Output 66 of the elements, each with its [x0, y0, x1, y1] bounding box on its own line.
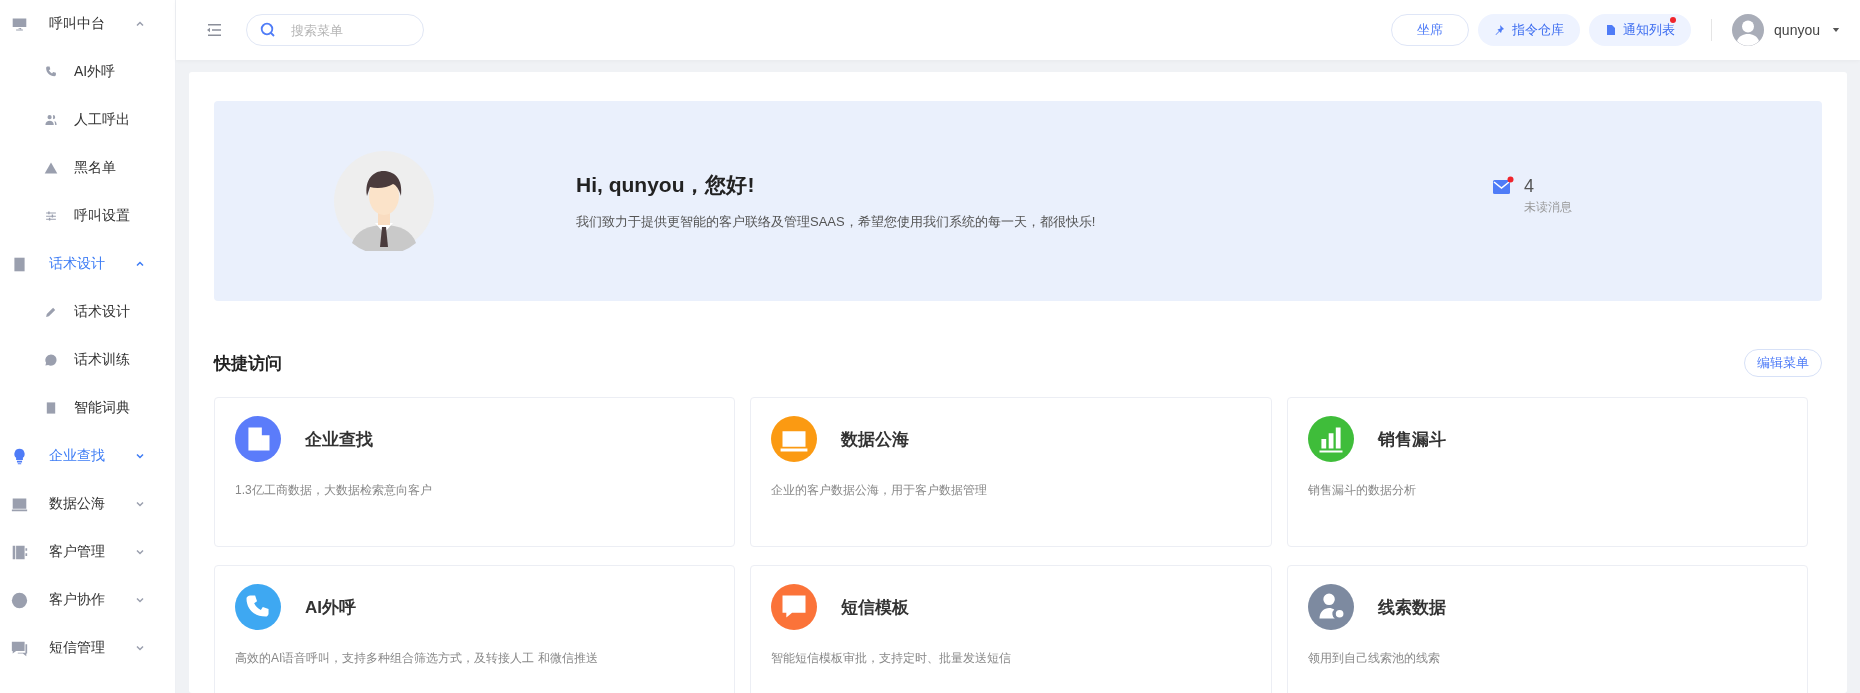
document-icon: [1605, 24, 1618, 36]
chat-icon: [11, 639, 28, 657]
edit-menu-button[interactable]: 编辑菜单: [1744, 349, 1822, 377]
sidebar-group[interactable]: 客户协作: [0, 576, 175, 624]
card-title: 线索数据: [1377, 596, 1446, 619]
card-title: 数据公海: [841, 428, 910, 451]
caret-icon[interactable]: [1832, 27, 1840, 33]
menu-icon[interactable]: [206, 23, 222, 37]
chevron-icon: [135, 259, 145, 269]
quick-access-card[interactable]: 销售漏斗 销售漏斗的数据分析: [1286, 397, 1808, 547]
sidebar-item[interactable]: AI外呼: [0, 48, 175, 96]
card-title: 短信模板: [841, 596, 910, 619]
sidebar-group[interactable]: 企业查找: [0, 432, 175, 480]
warning-icon: [44, 161, 58, 175]
card-title: 企业查找: [305, 428, 373, 451]
mail-icon[interactable]: [1492, 176, 1514, 196]
chevron-icon: [135, 19, 145, 29]
quick-access-card[interactable]: 企业查找 1.3亿工商数据，大数据检索意向客户: [214, 397, 736, 547]
bulb-icon: [11, 447, 28, 465]
card-description: 高效的AI语音呼叫，支持多种组合筛选方式，及转接人工 和微信推送: [235, 650, 599, 667]
quick-access-card[interactable]: 数据公海 企业的客户数据公海，用于客户数据管理: [750, 397, 1272, 547]
card-description: 1.3亿工商数据，大数据检索意向客户: [235, 482, 433, 499]
chevron-icon: [135, 595, 145, 605]
sidebar-item[interactable]: 黑名单: [0, 144, 175, 192]
user-avatar-icon[interactable]: [1732, 14, 1765, 46]
greeting: Hi, qunyou，您好!: [576, 172, 756, 198]
bubble-icon: [44, 353, 58, 367]
toolbar-button[interactable]: 坐席: [1391, 14, 1470, 46]
card-title: 销售漏斗: [1377, 428, 1446, 451]
search-field[interactable]: 搜索菜单: [246, 14, 424, 46]
unread-label: 未读消息: [1524, 199, 1572, 216]
sidebar-group[interactable]: 短信管理: [0, 624, 175, 672]
welcome-message: 我们致力于提供更智能的客户联络及管理SAAS，希望您使用我们系统的每一天，都很快乐!: [576, 213, 1097, 231]
phone-icon: [44, 65, 58, 79]
toolbar-button[interactable]: 指令仓库: [1478, 14, 1581, 46]
chevron-icon: [135, 499, 145, 509]
card-description: 领用到自己线索池的线索: [1307, 650, 1441, 667]
sidebar-item[interactable]: 呼叫设置: [0, 192, 175, 240]
chevron-icon: [135, 547, 145, 557]
contacts-icon: [11, 543, 28, 561]
chevron-icon: [135, 451, 145, 461]
toolbar-button[interactable]: 通知列表: [1589, 14, 1692, 46]
sidebar-item[interactable]: 人工呼出: [0, 96, 175, 144]
card-title: AI外呼: [305, 596, 356, 619]
sidebar-group[interactable]: 话术设计: [0, 240, 175, 288]
search-icon: [260, 22, 276, 38]
pin-icon: [1494, 24, 1507, 36]
card-description: 销售漏斗的数据分析: [1307, 482, 1417, 499]
people-icon: [44, 113, 58, 127]
sidebar-group[interactable]: 数据公海: [0, 480, 175, 528]
card-description: 智能短信模板审批，支持定时、批量发送短信: [771, 650, 1013, 667]
quick-access-card[interactable]: 线索数据 领用到自己线索池的线索: [1286, 565, 1808, 693]
section-title: 快捷访问: [214, 352, 282, 375]
sidebar-item[interactable]: 智能词典: [0, 384, 175, 432]
sidebar-group[interactable]: 呼叫中台: [0, 0, 175, 48]
sidebar-item[interactable]: 话术训练: [0, 336, 175, 384]
quick-access-card[interactable]: AI外呼 高效的AI语音呼叫，支持多种组合筛选方式，及转接人工 和微信推送: [214, 565, 736, 693]
sliders-icon: [44, 209, 58, 223]
card-description: 企业的客户数据公海，用于客户数据管理: [771, 482, 989, 499]
chevron-icon: [135, 643, 145, 653]
user-name[interactable]: qunyou: [1774, 22, 1820, 38]
sidebar-item[interactable]: 话术设计: [0, 288, 175, 336]
quick-access-card[interactable]: 短信模板 智能短信模板审批，支持定时、批量发送短信: [750, 565, 1272, 693]
unread-count: 4: [1524, 176, 1535, 197]
pen-icon: [44, 305, 58, 319]
sidebar-group[interactable]: 客户管理: [0, 528, 175, 576]
